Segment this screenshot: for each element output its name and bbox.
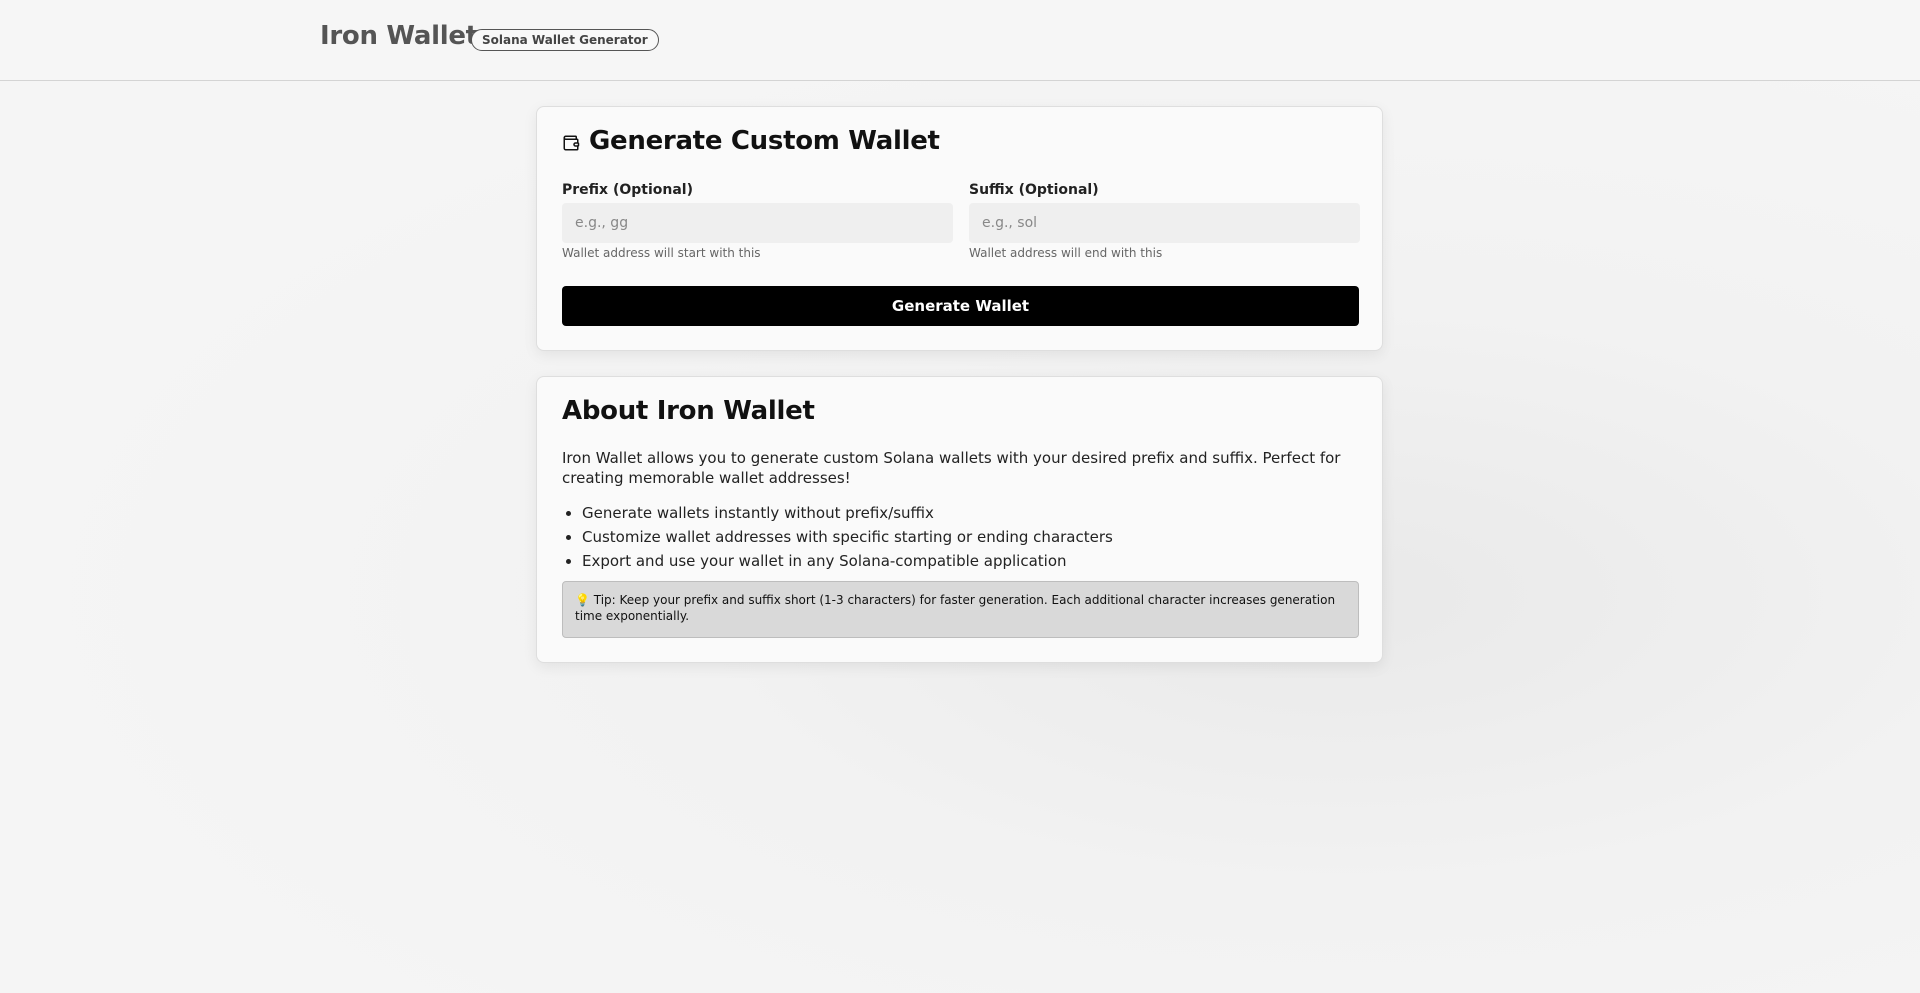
- generate-wallet-card: Generate Custom Wallet Prefix (Optional)…: [536, 106, 1383, 351]
- prefix-label: Prefix (Optional): [562, 182, 693, 198]
- prefix-input[interactable]: [562, 203, 953, 243]
- about-card: About Iron Wallet Iron Wallet allows you…: [536, 376, 1383, 663]
- wallet-icon: [563, 135, 580, 151]
- feature-list: Generate wallets instantly without prefi…: [562, 501, 1362, 573]
- subtitle-badge: Solana Wallet Generator: [471, 29, 659, 51]
- app-header: Iron Wallet Solana Wallet Generator: [0, 0, 1920, 81]
- suffix-input[interactable]: [969, 203, 1360, 243]
- about-card-title: About Iron Wallet: [562, 396, 815, 426]
- tip-box: 💡 Tip: Keep your prefix and suffix short…: [562, 581, 1359, 638]
- suffix-hint: Wallet address will end with this: [969, 246, 1163, 260]
- feature-item: Generate wallets instantly without prefi…: [582, 501, 1362, 525]
- suffix-label: Suffix (Optional): [969, 182, 1099, 198]
- about-description: Iron Wallet allows you to generate custo…: [562, 449, 1341, 487]
- prefix-hint: Wallet address will start with this: [562, 246, 761, 260]
- generate-card-title: Generate Custom Wallet: [589, 126, 940, 156]
- feature-item: Customize wallet addresses with specific…: [582, 525, 1362, 549]
- generate-wallet-button[interactable]: Generate Wallet: [562, 286, 1359, 326]
- feature-item: Export and use your wallet in any Solana…: [582, 549, 1362, 573]
- brand-title: Iron Wallet: [320, 21, 478, 51]
